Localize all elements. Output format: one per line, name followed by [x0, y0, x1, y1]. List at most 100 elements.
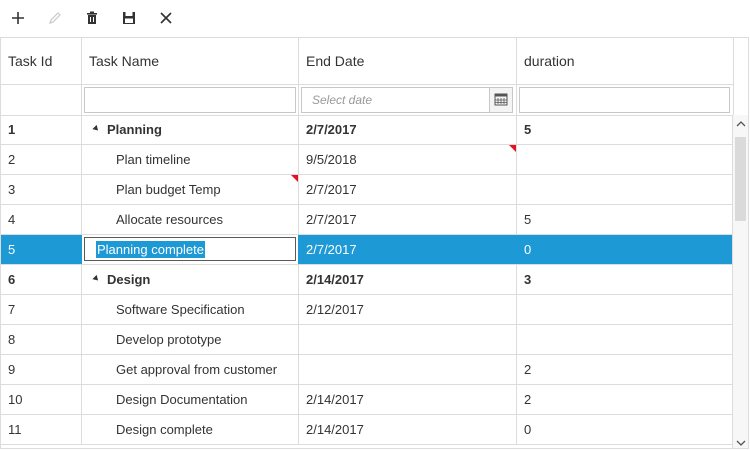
cell-end-date: 9/5/2018	[299, 145, 517, 174]
end-date-filter-input[interactable]: Select date	[301, 87, 513, 113]
scroll-down-button[interactable]	[733, 434, 748, 449]
cell-task-name: Get approval from customer	[82, 355, 299, 384]
cell-duration: 2	[517, 355, 734, 384]
pencil-icon	[46, 9, 64, 27]
column-header-task-id[interactable]: Task Id	[1, 38, 82, 84]
floppy-disk-icon	[120, 9, 138, 27]
table-row[interactable]: 3 Plan budget Temp 2/7/2017	[1, 175, 734, 205]
close-icon	[157, 9, 175, 27]
cell-task-id: 9	[1, 355, 82, 384]
table-row[interactable]: 9 Get approval from customer 2	[1, 355, 734, 385]
cell-end-date: 2/7/2017	[299, 175, 517, 204]
edited-cell-marker	[509, 145, 516, 152]
scroll-up-button[interactable]	[733, 115, 748, 131]
table-row[interactable]: 7 Software Specification 2/12/2017	[1, 295, 734, 325]
cell-duration: 2	[517, 385, 734, 414]
cell-task-name: Develop prototype	[82, 325, 299, 354]
table-row[interactable]: 4 Allocate resources 2/7/2017 5	[1, 205, 734, 235]
calendar-icon	[494, 92, 508, 109]
table-row[interactable]: 10 Design Documentation 2/14/2017 2	[1, 385, 734, 415]
filter-cell-task-id	[1, 84, 82, 115]
cell-task-id: 10	[1, 385, 82, 414]
cell-task-name: Plan budget Temp	[82, 175, 299, 204]
table-row[interactable]: 1 Planning 2/7/2017 5	[1, 115, 734, 145]
cell-task-name: Plan timeline	[82, 145, 299, 174]
cell-duration	[517, 175, 734, 204]
cell-duration	[517, 145, 734, 174]
save-button[interactable]	[120, 9, 138, 27]
cell-task-name: Allocate resources	[82, 205, 299, 234]
scrollbar-thumb[interactable]	[735, 137, 746, 221]
calendar-button[interactable]	[489, 88, 512, 112]
task-name-text: Planning	[107, 122, 162, 137]
cell-end-date: 2/14/2017	[299, 385, 517, 414]
task-name-edit-input[interactable]: Planning complete	[84, 237, 296, 261]
header-scroll-pad	[732, 38, 748, 116]
cell-duration: 0	[517, 415, 734, 444]
filter-row: Select date	[1, 84, 734, 116]
add-button[interactable]	[9, 9, 27, 27]
end-date-text: 9/5/2018	[306, 152, 357, 167]
table-row[interactable]: 2 Plan timeline 9/5/2018	[1, 145, 734, 175]
cell-task-name: Software Specification	[82, 295, 299, 324]
table-row[interactable]: 8 Develop prototype	[1, 325, 734, 355]
cell-task-id: 11	[1, 415, 82, 444]
cell-task-id: 2	[1, 145, 82, 174]
cell-task-id: 3	[1, 175, 82, 204]
cell-duration: 3	[517, 265, 734, 294]
grid-body: 1 Planning 2/7/2017 5 2 Plan timeline 9/…	[1, 115, 734, 448]
tree-grid: Task Id Task Name End Date duration Sele…	[0, 37, 749, 449]
collapse-arrow-icon[interactable]	[92, 124, 101, 133]
table-row[interactable]: 6 Design 2/14/2017 3	[1, 265, 734, 295]
cell-end-date: 2/14/2017	[299, 265, 517, 294]
table-row[interactable]: 11 Design complete 2/14/2017 0	[1, 415, 734, 445]
task-name-text: Plan budget Temp	[116, 182, 221, 197]
cell-end-date: 2/12/2017	[299, 295, 517, 324]
plus-icon	[9, 9, 27, 27]
edited-cell-marker	[291, 175, 298, 182]
delete-button[interactable]	[83, 9, 101, 27]
cancel-button[interactable]	[157, 9, 175, 27]
cell-task-name: Design	[82, 265, 299, 294]
cell-task-name: Design complete	[82, 415, 299, 444]
cell-task-name-editing: Planning complete	[82, 235, 299, 264]
column-header-duration[interactable]: duration	[517, 38, 734, 84]
cell-task-name: Planning	[82, 115, 299, 144]
chevron-down-icon	[736, 435, 746, 449]
chevron-up-icon	[736, 116, 746, 131]
filter-cell-duration	[517, 84, 734, 115]
cell-task-id: 5	[1, 235, 82, 264]
filter-cell-end-date: Select date	[299, 84, 517, 115]
cell-duration: 5	[517, 205, 734, 234]
cell-duration	[517, 295, 734, 324]
header-row: Task Id Task Name End Date duration	[1, 38, 734, 85]
task-name-filter-input[interactable]	[84, 87, 296, 113]
cell-end-date	[299, 355, 517, 384]
edit-button[interactable]	[46, 9, 64, 27]
cell-task-id: 7	[1, 295, 82, 324]
cell-task-id: 6	[1, 265, 82, 294]
date-placeholder: Select date	[312, 93, 373, 107]
cell-end-date: 2/7/2017	[299, 235, 517, 264]
column-header-end-date[interactable]: End Date	[299, 38, 517, 84]
toolbar	[0, 0, 750, 37]
table-row-selected[interactable]: 5 Planning complete 2/7/2017 0	[1, 235, 734, 265]
cell-end-date	[299, 325, 517, 354]
cell-end-date: 2/14/2017	[299, 415, 517, 444]
cell-task-id: 4	[1, 205, 82, 234]
cell-end-date: 2/7/2017	[299, 205, 517, 234]
cell-duration: 5	[517, 115, 734, 144]
cell-task-id: 8	[1, 325, 82, 354]
vertical-scrollbar[interactable]	[732, 115, 748, 449]
selected-edit-text: Planning complete	[96, 240, 205, 258]
cell-duration	[517, 325, 734, 354]
filter-cell-task-name	[82, 84, 299, 115]
column-header-task-name[interactable]: Task Name	[82, 38, 299, 84]
cell-task-name: Design Documentation	[82, 385, 299, 414]
duration-filter-input[interactable]	[519, 87, 730, 113]
cell-end-date: 2/7/2017	[299, 115, 517, 144]
cell-task-id: 1	[1, 115, 82, 144]
trash-icon	[83, 9, 101, 27]
collapse-arrow-icon[interactable]	[92, 274, 101, 283]
cell-duration: 0	[517, 235, 734, 264]
